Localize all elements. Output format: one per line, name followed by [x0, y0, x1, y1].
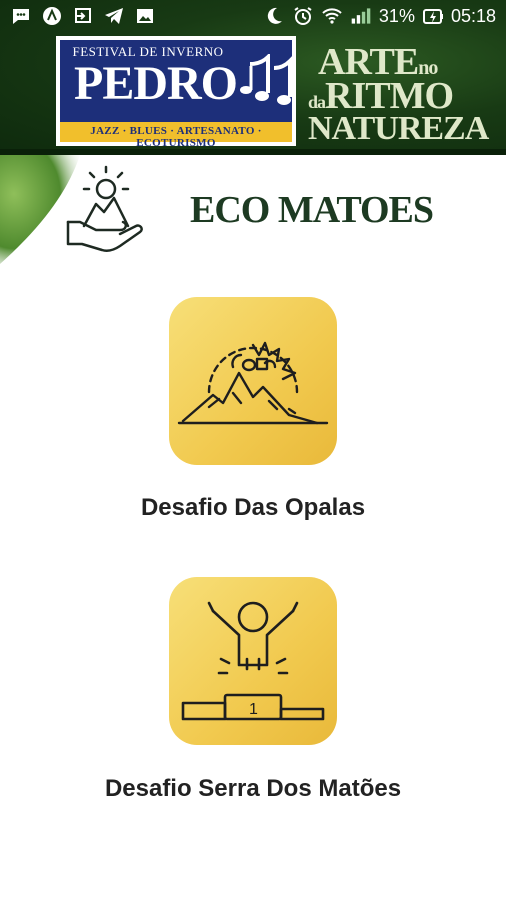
- battery-percent: 31%: [378, 5, 415, 26]
- slogan-natureza: NATUREZA: [308, 110, 489, 147]
- app-screen: 31% 05:18 FESTIVAL DE INVERNO PEDRO JAZZ…: [0, 0, 506, 900]
- alarm-icon: [292, 5, 314, 27]
- slogan-da: da: [308, 92, 326, 112]
- eco-hand-mountain-icon: [58, 164, 148, 259]
- festival-logo: FESTIVAL DE INVERNO PEDRO JAZZ · BLUES ·…: [56, 36, 296, 149]
- status-bar: 31% 05:18: [0, 0, 506, 36]
- battery-icon: [422, 5, 444, 27]
- festival-slogan: ARTEno daRITMO NATUREZA: [308, 40, 489, 147]
- opal-mountain-icon: [177, 341, 329, 425]
- clock-time: 05:18: [450, 5, 496, 26]
- page-title: ECO MATOES: [190, 189, 434, 231]
- wifi-icon: [321, 5, 343, 27]
- telegram-icon: [103, 5, 125, 27]
- app-icon: [41, 5, 63, 27]
- desafio-opalas-button[interactable]: [169, 297, 337, 465]
- svg-text:1: 1: [249, 701, 258, 718]
- desafio-opalas-label[interactable]: Desafio Das Opalas: [0, 494, 506, 522]
- signal-icon: [350, 5, 372, 27]
- cast-icon: [72, 5, 94, 27]
- desafio-serra-matoes-button[interactable]: 1: [169, 577, 337, 745]
- festival-name: PEDRO: [74, 57, 238, 110]
- moon-icon: [263, 5, 285, 27]
- music-notes-icon: [236, 52, 296, 114]
- winner-podium-icon: 1: [181, 601, 325, 721]
- desafio-serra-matoes-label[interactable]: Desafio Serra Dos Matões: [0, 775, 506, 803]
- gallery-icon: [134, 5, 156, 27]
- header-banner: 31% 05:18 FESTIVAL DE INVERNO PEDRO JAZZ…: [0, 0, 506, 155]
- chat-icon: [10, 5, 32, 27]
- festival-tags: JAZZ · BLUES · ARTESANATO · ECOTURISMO: [90, 125, 262, 149]
